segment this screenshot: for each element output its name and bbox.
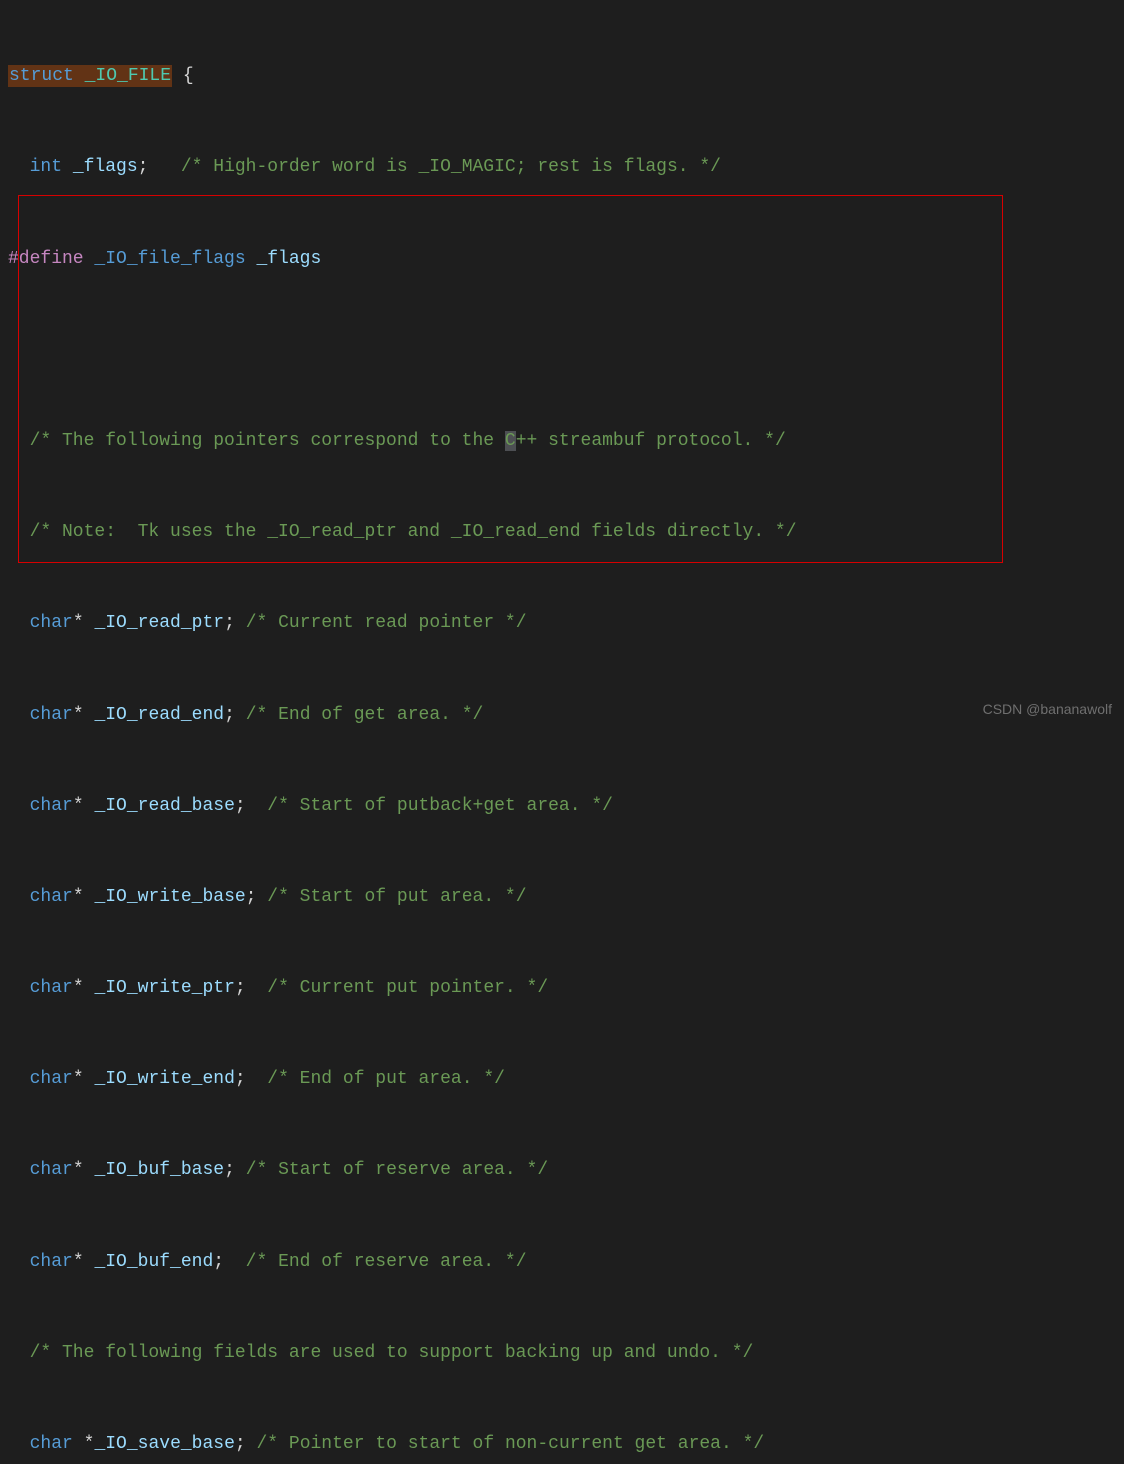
code-line: char *_IO_save_base; /* Pointer to start… (8, 1429, 1116, 1459)
code-line: char* _IO_write_end; /* End of put area.… (8, 1064, 1116, 1094)
code-line (8, 335, 1116, 365)
code-line: #define _IO_file_flags _flags (8, 244, 1116, 274)
code-line: struct _IO_FILE { (8, 61, 1116, 91)
code-line: char* _IO_write_base; /* Start of put ar… (8, 882, 1116, 912)
code-line: char* _IO_buf_end; /* End of reserve are… (8, 1247, 1116, 1277)
code-line: char* _IO_read_base; /* Start of putback… (8, 791, 1116, 821)
code-editor[interactable]: struct _IO_FILE { int _flags; /* High-or… (0, 0, 1124, 1464)
text-cursor: C (505, 431, 516, 451)
code-line: char* _IO_read_end; /* End of get area. … (8, 700, 1116, 730)
code-line: char* _IO_read_ptr; /* Current read poin… (8, 608, 1116, 638)
code-line: /* The following pointers correspond to … (8, 426, 1116, 456)
code-line: char* _IO_write_ptr; /* Current put poin… (8, 973, 1116, 1003)
code-line: int _flags; /* High-order word is _IO_MA… (8, 152, 1116, 182)
code-line: /* The following fields are used to supp… (8, 1338, 1116, 1368)
type-name: _IO_FILE (85, 66, 171, 86)
code-line: /* Note: Tk uses the _IO_read_ptr and _I… (8, 517, 1116, 547)
keyword: struct (9, 66, 74, 86)
watermark-text: CSDN @bananawolf (983, 697, 1112, 722)
code-line: char* _IO_buf_base; /* Start of reserve … (8, 1155, 1116, 1185)
